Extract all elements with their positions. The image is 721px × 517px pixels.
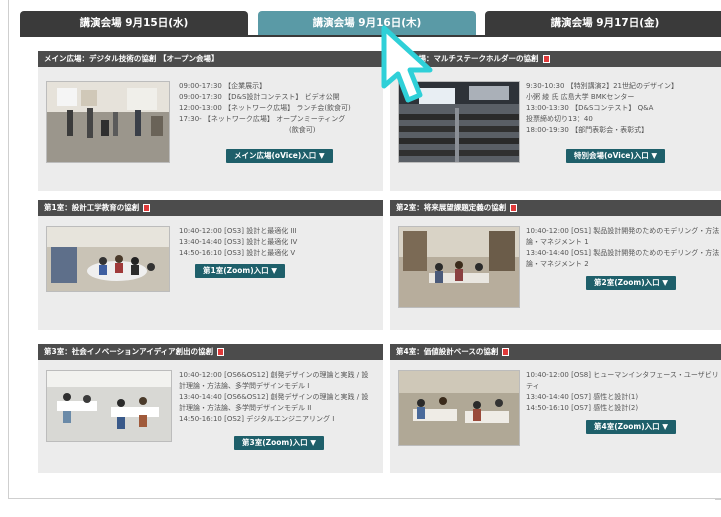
mouse-cursor-icon [381, 25, 433, 103]
schedule-line: 14:50-16:10 [OS2] デジタルエンジニアリング I [179, 415, 335, 423]
pdf-icon[interactable] [217, 348, 225, 356]
tab-sep17[interactable]: 講演会場 9月17日(金) [485, 11, 721, 35]
date-tabs: 講演会場 9月15日(水) 講演会場 9月16日(木) 講演会場 9月17日(金… [20, 11, 721, 37]
photo-room4 [398, 370, 520, 446]
schedule-line: ティ [526, 382, 540, 390]
photo-main-plaza [46, 81, 170, 163]
schedule-line: 計理論・方法論、多学問デザインモデル I [179, 382, 310, 390]
card-header: 第3室：社会イノベーションアイディア創出の協創 [38, 344, 383, 360]
card-header: 第2室：将来展望課題定義の協創 [390, 200, 721, 216]
photo-room3 [46, 370, 172, 442]
schedule-line: 13:40-14:40 [OS1] 製品設計開発のためのモデリング・方法 [526, 249, 720, 257]
schedule-line: 09:00-17:30 【D&S設計コンテスト】 ビデオ公開 [179, 93, 340, 101]
pdf-icon[interactable] [502, 348, 510, 356]
room4-entry-button[interactable]: 第4室(Zoom)入口 ▼ [586, 420, 677, 434]
schedule-line: 計理論・方法論、多学問デザインモデル II [179, 404, 312, 412]
schedule-line: 18:00-19:30 【部門表彰会・表彰式】 [526, 126, 649, 134]
schedule-main-plaza: 09:00-17:30 【企業展示】 09:00-17:30 【D&S設計コンテ… [179, 81, 351, 136]
schedule-line: 13:40-14:40 [OS6&OS12] 創発デザインの理論と実践 / 設 [179, 393, 369, 401]
schedule-room4: 10:40-12:00 [OS8] ヒューマンインタフェース・ユーザビリ ティ … [526, 370, 719, 414]
photo-room1 [46, 226, 170, 292]
tab-underline [20, 35, 721, 37]
room1-entry-button[interactable]: 第1室(Zoom)入口 ▼ [195, 264, 286, 278]
room2-entry-button[interactable]: 第2室(Zoom)入口 ▼ [586, 276, 677, 290]
pdf-icon[interactable] [143, 204, 151, 212]
schedule-room2: 10:40-12:00 [OS1] 製品設計開発のためのモデリング・方法 論・マ… [526, 226, 719, 270]
room3-entry-button[interactable]: 第3室(Zoom)入口 ▼ [234, 436, 325, 450]
pdf-icon[interactable] [510, 204, 518, 212]
schedule-line: 13:40-14:40 [OS3] 設計と最適化 IV [179, 238, 298, 246]
scroll-edge [715, 498, 721, 500]
special-hall-entry-button[interactable]: 特別会場(oVice)入口 ▼ [566, 149, 666, 163]
photo-room2 [398, 226, 520, 308]
schedule-line: 10:40-12:00 [OS3] 設計と最適化 III [179, 227, 297, 235]
schedule-line: 論・マネジメント 2 [526, 260, 589, 268]
venue-grid: メイン広場：デジタル技術の協創 【オープン会場】 09:00-17:30 【企業… [38, 43, 721, 483]
schedule-room3: 10:40-12:00 [OS6&OS12] 創発デザインの理論と実践 / 設 … [179, 370, 368, 425]
card-header: 第1室：設計工学教育の協創 [38, 200, 383, 216]
card-title: 第4室：価値設計ベースの協創 [396, 347, 499, 356]
schedule-line: 14:50-16:10 [OS7] 感性と設計(2) [526, 404, 639, 412]
schedule-line: 10:40-12:00 [OS1] 製品設計開発のためのモデリング・方法 [526, 227, 720, 235]
card-room3: 第3室：社会イノベーションアイディア創出の協創 10:40-12:00 [OS6… [38, 344, 383, 473]
main-plaza-entry-button[interactable]: メイン広場(oVice)入口 ▼ [226, 149, 333, 163]
card-header: メイン広場：デジタル技術の協創 【オープン会場】 [38, 51, 383, 67]
card-room4: 第4室：価値設計ベースの協創 10:40-12:00 [OS8] ヒューマンイン… [390, 344, 721, 473]
schedule-line: 14:50-16:10 [OS3] 設計と最適化 V [179, 249, 296, 257]
schedule-line: 12:00-13:00 【ネットワーク広場】 ランチ会(飲食可) [179, 104, 351, 112]
card-title: 第1室：設計工学教育の協創 [44, 203, 140, 212]
schedule-line: 13:00-13:30 【D&Sコンテスト】 Q&A [526, 104, 654, 112]
schedule-line: 13:40-14:40 [OS7] 感性と設計(1) [526, 393, 639, 401]
card-title: メイン広場：デジタル技術の協創 【オープン会場】 [44, 54, 219, 63]
schedule-line: 投票締め切り13：40 [526, 115, 593, 123]
card-title: 第3室：社会イノベーションアイディア創出の協創 [44, 347, 214, 356]
schedule-line: (飲食可) [289, 126, 316, 134]
schedule-line: 9:30-10:30 【特別講演2】21世紀のデザイン】 [526, 82, 679, 90]
card-main-plaza: メイン広場：デジタル技術の協創 【オープン会場】 09:00-17:30 【企業… [38, 51, 383, 191]
schedule-line: 10:40-12:00 [OS6&OS12] 創発デザインの理論と実践 / 設 [179, 371, 369, 379]
schedule-line: 17:30- 【ネットワーク広場】 オープンミーティング [179, 115, 346, 123]
pdf-icon[interactable] [542, 55, 550, 63]
schedule-line: 論・マネジメント 1 [526, 238, 589, 246]
schedule-line: 09:00-17:30 【企業展示】 [179, 82, 267, 90]
card-header: 第4室：価値設計ベースの協創 [390, 344, 721, 360]
schedule-line: 小粥 綾 氏 広島大学 BMKセンター [526, 93, 635, 101]
card-room1: 第1室：設計工学教育の協創 10:40-12:00 [OS3] 設計と最適化 I… [38, 200, 383, 330]
tab-sep15[interactable]: 講演会場 9月15日(水) [20, 11, 248, 35]
schedule-room1: 10:40-12:00 [OS3] 設計と最適化 III 13:40-14:40… [179, 226, 297, 259]
card-room2: 第2室：将来展望課題定義の協創 10:40-12:00 [OS1] 製品設計開発… [390, 200, 721, 330]
schedule-line: 10:40-12:00 [OS8] ヒューマンインタフェース・ユーザビリ [526, 371, 719, 379]
card-title: 第2室：将来展望課題定義の協創 [396, 203, 507, 212]
schedule-special-hall: 9:30-10:30 【特別講演2】21世紀のデザイン】 小粥 綾 氏 広島大学… [526, 81, 678, 136]
